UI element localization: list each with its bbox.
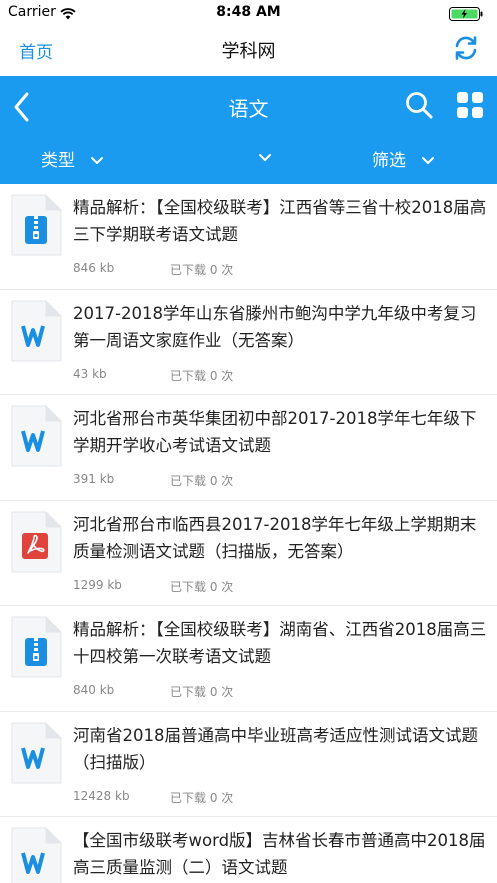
word-file-icon — [10, 722, 62, 784]
file-size: 840 kb — [73, 683, 115, 697]
filter-middle-dropdown[interactable] — [243, 146, 272, 176]
file-size: 1299 kb — [73, 577, 122, 592]
download-count: 已下载 0 次 — [170, 368, 234, 383]
battery-icon — [449, 6, 485, 21]
file-size: 43 kb — [73, 366, 107, 381]
app-title: 学科网 — [221, 41, 276, 62]
list-item[interactable]: 精品解析：【全国校级联考】湖南省、江西省2018届高三十四校第一次联考语文试题 8… — [0, 606, 497, 712]
chevron-down-icon — [422, 156, 435, 164]
status-bar: Carrier 8:48 AM — [0, 0, 497, 26]
item-title: 【全国市级联考word版】吉林省长春市普通高中2018届高三质量监测（二）语文试… — [73, 831, 486, 877]
download-count: 已下载 0 次 — [170, 579, 234, 594]
item-title: 精品解析：【全国校级联考】江西省等三省十校2018届高三下学期联考语文试题 — [73, 198, 487, 244]
item-title: 河北省邢台市临西县2017-2018学年七年级上学期期末质量检测语文试题（扫描版… — [73, 514, 477, 561]
zip-file-icon — [10, 194, 62, 256]
list-item[interactable]: 【全国市级联考word版】吉林省长春市普通高中2018届高三质量监测（二）语文试… — [0, 817, 497, 883]
filter-screen-dropdown[interactable]: 筛选 — [372, 146, 435, 176]
list-item[interactable]: 精品解析：【全国校级联考】江西省等三省十校2018届高三下学期联考语文试题 846… — [0, 184, 497, 290]
refresh-icon[interactable] — [451, 33, 481, 63]
word-file-icon — [10, 300, 62, 362]
zip-file-icon — [10, 616, 62, 678]
word-file-icon — [10, 827, 62, 883]
pdf-file-icon — [10, 511, 62, 573]
list-item[interactable]: 2017-2018学年山东省滕州市鲍沟中学九年级中考复习第一周语文家庭作业（无答… — [0, 290, 497, 395]
file-size: 12428 kb — [73, 788, 130, 803]
file-size: 846 kb — [73, 261, 115, 275]
item-title: 2017-2018学年山东省滕州市鲍沟中学九年级中考复习第一周语文家庭作业（无答… — [73, 303, 477, 350]
item-title: 精品解析：【全国校级联考】湖南省、江西省2018届高三十四校第一次联考语文试题 — [73, 620, 487, 666]
download-count: 已下载 0 次 — [170, 263, 234, 277]
item-title: 河南省2018届普通高中毕业班高考适应性测试语文试题（扫描版） — [73, 725, 478, 772]
list-item[interactable]: 河北省邢台市临西县2017-2018学年七年级上学期期末质量检测语文试题（扫描版… — [0, 501, 497, 606]
file-size: 391 kb — [73, 472, 115, 486]
download-count: 已下载 0 次 — [170, 474, 234, 488]
chevron-down-icon — [259, 154, 272, 161]
filter-screen-label: 筛选 — [372, 151, 406, 171]
chevron-down-icon — [91, 156, 104, 164]
list-item[interactable]: 河南省2018届普通高中毕业班高考适应性测试语文试题（扫描版） 12428 kb 已… — [0, 712, 497, 817]
search-icon[interactable] — [404, 90, 434, 120]
subject-header: 语文 类型 筛选 — [0, 76, 497, 184]
document-list: 精品解析：【全国校级联考】江西省等三省十校2018届高三下学期联考语文试题 846… — [0, 184, 497, 883]
download-count: 已下载 0 次 — [170, 685, 234, 699]
filter-type-dropdown[interactable]: 类型 — [41, 146, 104, 176]
word-file-icon — [10, 405, 62, 467]
clock: 8:48 AM — [216, 4, 281, 20]
filter-type-label: 类型 — [41, 151, 75, 171]
item-title: 河北省邢台市英华集团初中部2017-2018学年七年级下学期开学收心考试语文试题 — [73, 409, 477, 455]
grid-menu-icon[interactable] — [456, 91, 484, 119]
list-item[interactable]: 河北省邢台市英华集团初中部2017-2018学年七年级下学期开学收心考试语文试题… — [0, 395, 497, 501]
top-nav-bar: 首页 学科网 — [0, 26, 497, 76]
download-count: 已下载 0 次 — [170, 790, 234, 805]
